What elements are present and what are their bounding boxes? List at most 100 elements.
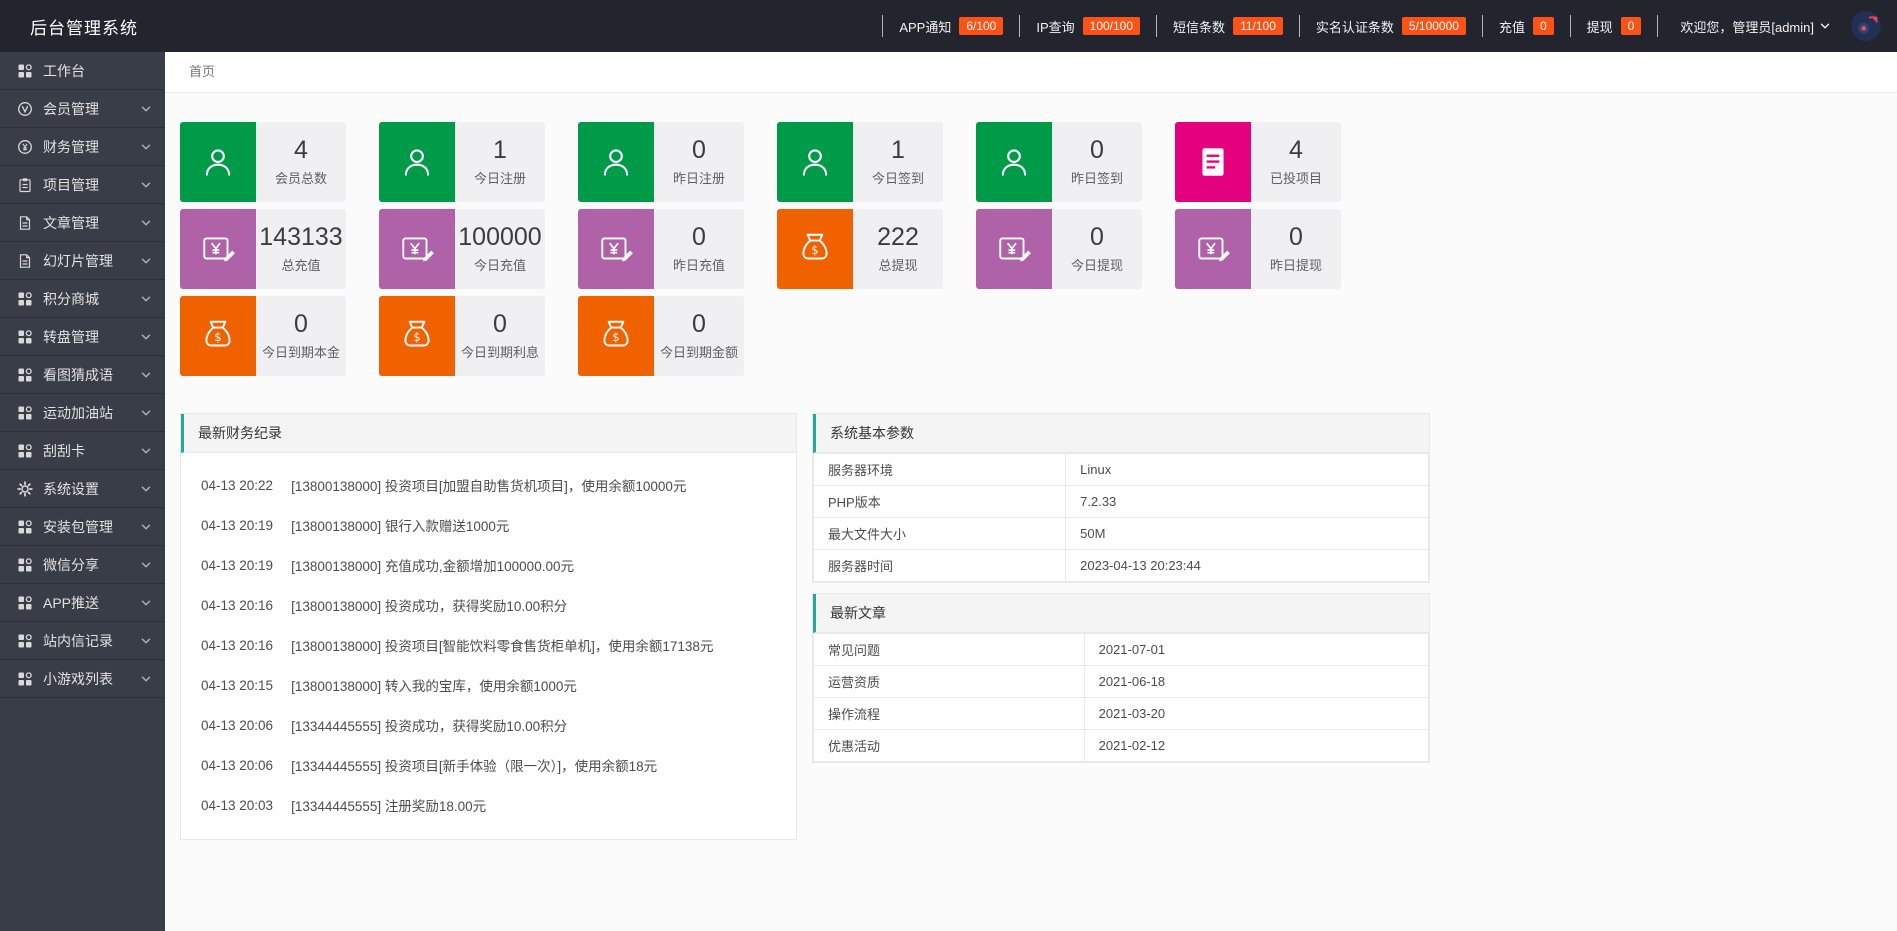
stat-card-value: 0 bbox=[692, 310, 706, 339]
system-param-row-label: 服务器环境 bbox=[812, 453, 1067, 486]
sidebar-item-slides[interactable]: 幻灯片管理 bbox=[0, 242, 165, 280]
article-row-value: 2021-03-20 bbox=[1083, 697, 1430, 730]
grid-icon bbox=[17, 671, 33, 687]
stat-card: 0 昨日充值 bbox=[578, 209, 744, 289]
grid-icon bbox=[17, 443, 33, 459]
record-time: 04-13 20:19 bbox=[201, 517, 274, 533]
stat-card-icon-box bbox=[1175, 209, 1251, 289]
header-stat[interactable]: 提现 0 bbox=[1569, 15, 1658, 37]
chevron-down-icon bbox=[140, 407, 152, 419]
stat-card: 0 昨日签到 bbox=[976, 122, 1142, 202]
stat-card-label: 昨日提现 bbox=[1269, 257, 1322, 273]
header-stat[interactable]: IP查询 100/100 bbox=[1019, 15, 1156, 37]
sidebar-item-wechat-share[interactable]: 微信分享 bbox=[0, 546, 165, 584]
stat-card-label: 今日提现 bbox=[1070, 257, 1123, 273]
latest-articles-panel: 最新文章 常见问题 2021-07-01 运营资质 2021-06-18 操作流程 202… bbox=[812, 593, 1430, 763]
right-column: 系统基本参数 服务器环境 Linux PHP版本 7.2.33 最大文件大小 50M 服务器… bbox=[812, 413, 1430, 763]
recharge-icon bbox=[1194, 230, 1232, 268]
moneybag-icon: $ bbox=[597, 317, 635, 355]
dashboard-content: 4 会员总数 1 今日注册 0 昨日注册 1 今日签到 0 昨日签到 4 已投项目 143133 总充值 1… bbox=[165, 93, 1897, 840]
sidebar-item-idiom-game[interactable]: 看图猜成语 bbox=[0, 356, 165, 394]
main-area: 首页 4 会员总数 1 今日注册 0 昨日注册 1 今日签到 0 昨日签到 4 已投项目 143133 总… bbox=[165, 52, 1897, 931]
stat-card-icon-box: $ bbox=[578, 296, 654, 376]
stat-card-body: 0 今日到期本金 bbox=[256, 296, 346, 376]
grid-icon bbox=[17, 557, 33, 573]
record-time: 04-13 20:16 bbox=[201, 637, 274, 653]
header-stat[interactable]: 充值 0 bbox=[1481, 15, 1570, 37]
count-badge: 0 bbox=[1620, 17, 1642, 35]
header-stat[interactable]: 实名认证条数 5/100000 bbox=[1298, 15, 1482, 37]
sidebar-item-sports[interactable]: 运动加油站 bbox=[0, 394, 165, 432]
list-icon bbox=[1194, 143, 1232, 181]
system-param-row: 最大文件大小 50M bbox=[812, 517, 1429, 550]
stat-card-body: 222 总提现 bbox=[853, 209, 943, 289]
stat-card-icon-box bbox=[976, 122, 1052, 202]
sidebar-item-finance[interactable]: 财务管理 bbox=[0, 128, 165, 166]
stat-cards-row: 4 会员总数 1 今日注册 0 昨日注册 1 今日签到 0 昨日签到 4 已投项目 bbox=[180, 122, 1882, 202]
sidebar-item-articles[interactable]: 文章管理 bbox=[0, 204, 165, 242]
stat-card-label: 会员总数 bbox=[274, 170, 327, 186]
record-text: [13344445555] 投资成功，获得奖励10.00积分 bbox=[291, 719, 568, 734]
article-row: 操作流程 2021-03-20 bbox=[813, 697, 1430, 730]
stat-card-body: 4 已投项目 bbox=[1251, 122, 1341, 202]
stat-card-value: 0 bbox=[294, 310, 308, 339]
grid-icon bbox=[17, 63, 33, 79]
sidebar-item-messages[interactable]: 站内信记录 bbox=[0, 622, 165, 660]
stat-card-label: 昨日签到 bbox=[1070, 170, 1123, 186]
header-stat[interactable]: 短信条数 11/100 bbox=[1156, 15, 1299, 37]
header-stat-label: IP查询 bbox=[1036, 19, 1075, 35]
sidebar-item-scratch-card[interactable]: 刮刮卡 bbox=[0, 432, 165, 470]
avatar[interactable] bbox=[1851, 11, 1881, 41]
article-icon bbox=[17, 253, 33, 269]
sidebar-item-packages[interactable]: 安装包管理 bbox=[0, 508, 165, 546]
article-row: 运营资质 2021-06-18 bbox=[813, 665, 1430, 698]
stat-card-value: 0 bbox=[1289, 223, 1303, 252]
system-param-row: 服务器环境 Linux bbox=[812, 453, 1429, 486]
system-param-row-label: 最大文件大小 bbox=[812, 517, 1067, 550]
stat-card-body: 0 昨日充值 bbox=[654, 209, 744, 289]
system-param-row-label: PHP版本 bbox=[812, 485, 1067, 518]
record-text: [13800138000] 转入我的宝库，使用余额1000元 bbox=[291, 679, 577, 694]
svg-text:$: $ bbox=[612, 330, 619, 344]
chevron-down-icon bbox=[140, 217, 152, 229]
stat-card-label: 已投项目 bbox=[1269, 170, 1322, 186]
sidebar-item-projects[interactable]: 项目管理 bbox=[0, 166, 165, 204]
chevron-down-icon bbox=[140, 521, 152, 533]
finance-record: 04-13 20:15 [13800138000] 转入我的宝库，使用余额1000… bbox=[181, 665, 796, 705]
stat-card-label: 昨日注册 bbox=[672, 170, 725, 186]
sidebar-item-members[interactable]: 会员管理 bbox=[0, 90, 165, 128]
record-text: [13800138000] 充值成功,金额增加100000.00元 bbox=[291, 559, 574, 574]
moneybag-icon: $ bbox=[199, 317, 237, 355]
record-text: [13800138000] 投资成功，获得奖励10.00积分 bbox=[291, 599, 568, 614]
sidebar-item-mini-games[interactable]: 小游戏列表 bbox=[0, 660, 165, 698]
breadcrumb-home[interactable]: 首页 bbox=[189, 64, 215, 79]
stat-card-icon-box bbox=[379, 122, 455, 202]
stat-card-value: 0 bbox=[1090, 136, 1104, 165]
stat-card-label: 总充值 bbox=[281, 257, 321, 273]
project-icon bbox=[17, 177, 33, 193]
sidebar-item-label: 站内信记录 bbox=[43, 632, 113, 649]
sidebar-item-settings[interactable]: 系统设置 bbox=[0, 470, 165, 508]
stat-card-body: 0 今日到期利息 bbox=[455, 296, 545, 376]
header-stat-label: APP通知 bbox=[899, 19, 952, 35]
header-stat[interactable]: APP通知 6/100 bbox=[882, 15, 1019, 37]
stat-card: $0 今日到期本金 bbox=[180, 296, 346, 376]
sidebar-item-wheel[interactable]: 转盘管理 bbox=[0, 318, 165, 356]
chevron-down-icon bbox=[140, 293, 152, 305]
user-menu[interactable]: 欢迎您，管理员[admin] bbox=[1657, 15, 1843, 37]
count-badge: 11/100 bbox=[1233, 17, 1283, 35]
stat-card-value: 222 bbox=[877, 223, 919, 252]
sidebar-item-label: 刮刮卡 bbox=[43, 442, 85, 459]
sidebar-item-app-push[interactable]: APP推送 bbox=[0, 584, 165, 622]
grid-icon bbox=[17, 291, 33, 307]
finance-record: 04-13 20:19 [13800138000] 银行入款赠送1000元 bbox=[181, 505, 796, 545]
sidebar-item-label: 微信分享 bbox=[43, 556, 99, 573]
system-param-row-value: 50M bbox=[1065, 517, 1429, 550]
sidebar-item-points-mall[interactable]: 积分商城 bbox=[0, 280, 165, 318]
stat-card-label: 今日注册 bbox=[473, 170, 526, 186]
app-title: 后台管理系统 bbox=[30, 18, 138, 38]
stat-card-icon-box bbox=[578, 122, 654, 202]
sidebar-item-workbench[interactable]: 工作台 bbox=[0, 52, 165, 90]
finance-record: 04-13 20:16 [13800138000] 投资项目[智能饮料零食售货柜单… bbox=[181, 625, 796, 665]
finance-panel-title: 最新财务纪录 bbox=[198, 425, 282, 441]
